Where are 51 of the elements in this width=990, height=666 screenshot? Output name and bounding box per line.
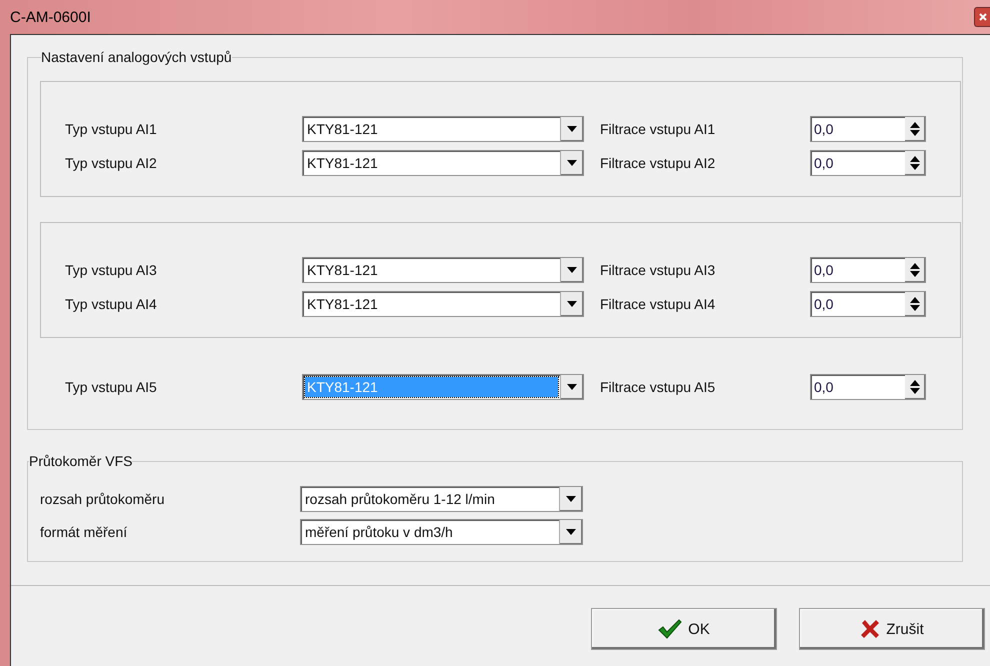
field-label: Typ vstupu AI2 <box>65 155 158 171</box>
dropdown-field[interactable]: KTY81-121 <box>302 291 584 317</box>
spin-field[interactable]: 0,0 <box>810 150 926 176</box>
field-label: Filtrace vstupu AI3 <box>599 262 716 278</box>
field-label: rozsah průtokoměru <box>40 491 166 507</box>
dropdown-field[interactable]: měření průtoku v dm3/h <box>300 519 583 545</box>
close-icon <box>978 13 986 21</box>
spin-field[interactable]: 0,0 <box>810 291 926 317</box>
caret-icon <box>567 160 577 166</box>
caret-icon <box>566 496 576 502</box>
group-title: Průtokoměr VFS <box>29 453 132 469</box>
field-label: Typ vstupu AI4 <box>65 296 158 312</box>
spin-field[interactable]: 0,0 <box>810 116 926 142</box>
group-title: Nastavení analogových vstupů <box>41 49 232 65</box>
field-label: Typ vstupu AI1 <box>65 121 158 137</box>
spinner-arrows-icon <box>910 297 920 311</box>
dropdown-button[interactable] <box>559 487 582 511</box>
spin-field[interactable]: 0,0 <box>810 257 926 283</box>
caret-icon <box>567 384 577 390</box>
dropdown-field[interactable]: KTY81-121 <box>302 116 584 142</box>
caret-icon <box>567 301 577 307</box>
field-label: formát měření <box>40 524 128 540</box>
ok-button[interactable]: OK <box>591 608 777 650</box>
spin-field[interactable]: 0,0 <box>810 374 926 400</box>
dropdown-button[interactable] <box>560 375 583 399</box>
cross-icon <box>860 619 880 639</box>
field-label: Filtrace vstupu AI1 <box>599 121 716 137</box>
spinner-arrows-icon <box>910 122 920 136</box>
checkmark-icon <box>658 619 682 639</box>
close-button[interactable] <box>974 7 990 27</box>
field-label: Filtrace vstupu AI4 <box>599 296 716 312</box>
dropdown-button[interactable] <box>560 292 583 316</box>
window-title: C-AM-0600I <box>10 8 91 26</box>
dropdown-button[interactable] <box>560 258 583 282</box>
dropdown-field[interactable]: rozsah průtokoměru 1-12 l/min <box>300 486 583 512</box>
field-label: Filtrace vstupu AI5 <box>599 379 716 395</box>
dropdown-button[interactable] <box>560 151 583 175</box>
dropdown-field[interactable]: KTY81-121 <box>302 150 584 176</box>
caret-icon <box>566 529 576 535</box>
dropdown-button[interactable] <box>560 117 583 141</box>
spinner-arrows-icon <box>910 156 920 170</box>
dropdown-field[interactable]: KTY81-121 <box>302 257 584 283</box>
spinner-arrows-icon <box>910 380 920 394</box>
field-label: Typ vstupu AI5 <box>65 379 158 395</box>
caret-icon <box>567 126 577 132</box>
field-label: Filtrace vstupu AI2 <box>599 155 716 171</box>
caret-icon <box>567 267 577 273</box>
field-label: Typ vstupu AI3 <box>65 262 158 278</box>
cancel-button[interactable]: Zrušit <box>799 608 985 650</box>
spinner-arrows-icon <box>910 263 920 277</box>
dropdown-button[interactable] <box>559 520 582 544</box>
